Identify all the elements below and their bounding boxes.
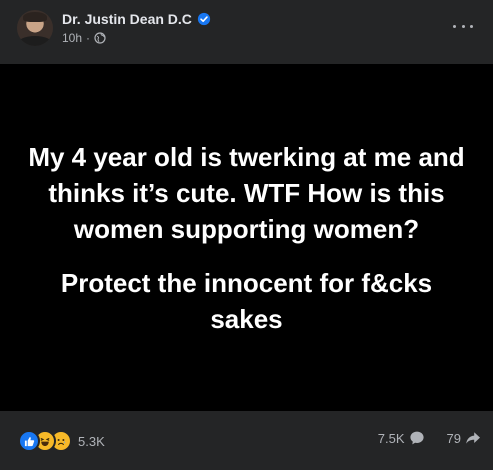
more-options-icon[interactable] (453, 19, 473, 33)
meta-separator: · (86, 31, 91, 45)
reactions-summary[interactable]: 5.3K (18, 430, 105, 452)
post-footer: 5.3K 7.5K 79 (0, 411, 493, 470)
shares-stat[interactable]: 79 (447, 430, 481, 446)
share-count: 79 (446, 430, 461, 446)
comment-icon (409, 431, 424, 445)
comment-count: 7.5K (377, 430, 405, 446)
engagement-stats: 7.5K 79 (378, 430, 481, 446)
post-timestamp[interactable]: 10h (62, 31, 82, 45)
verified-badge-icon (197, 12, 211, 26)
post-header: Dr. Justin Dean D.C 10h · (0, 0, 493, 64)
like-icon (18, 430, 40, 452)
facebook-post: Dr. Justin Dean D.C 10h · My 4 year old … (0, 0, 493, 470)
more-dot (461, 24, 465, 28)
reaction-count: 5.3K (78, 433, 105, 449)
post-content[interactable]: My 4 year old is twerking at me and thin… (0, 64, 493, 411)
avatar-shoulders (17, 36, 53, 46)
author-name[interactable]: Dr. Justin Dean D.C (62, 11, 192, 27)
post-text-paragraph-1: My 4 year old is twerking at me and thin… (28, 141, 465, 244)
avatar-hair (23, 12, 47, 22)
avatar[interactable] (17, 10, 53, 46)
author-row: Dr. Justin Dean D.C (62, 11, 211, 27)
post-text-paragraph-2: Protect the innocent for f&cks sakes (60, 267, 433, 334)
more-dot (470, 24, 473, 28)
share-icon (466, 432, 480, 444)
globe-icon (94, 32, 106, 44)
comments-stat[interactable]: 7.5K (378, 430, 425, 446)
post-meta: 10h · (62, 31, 106, 45)
more-dot (453, 24, 456, 28)
